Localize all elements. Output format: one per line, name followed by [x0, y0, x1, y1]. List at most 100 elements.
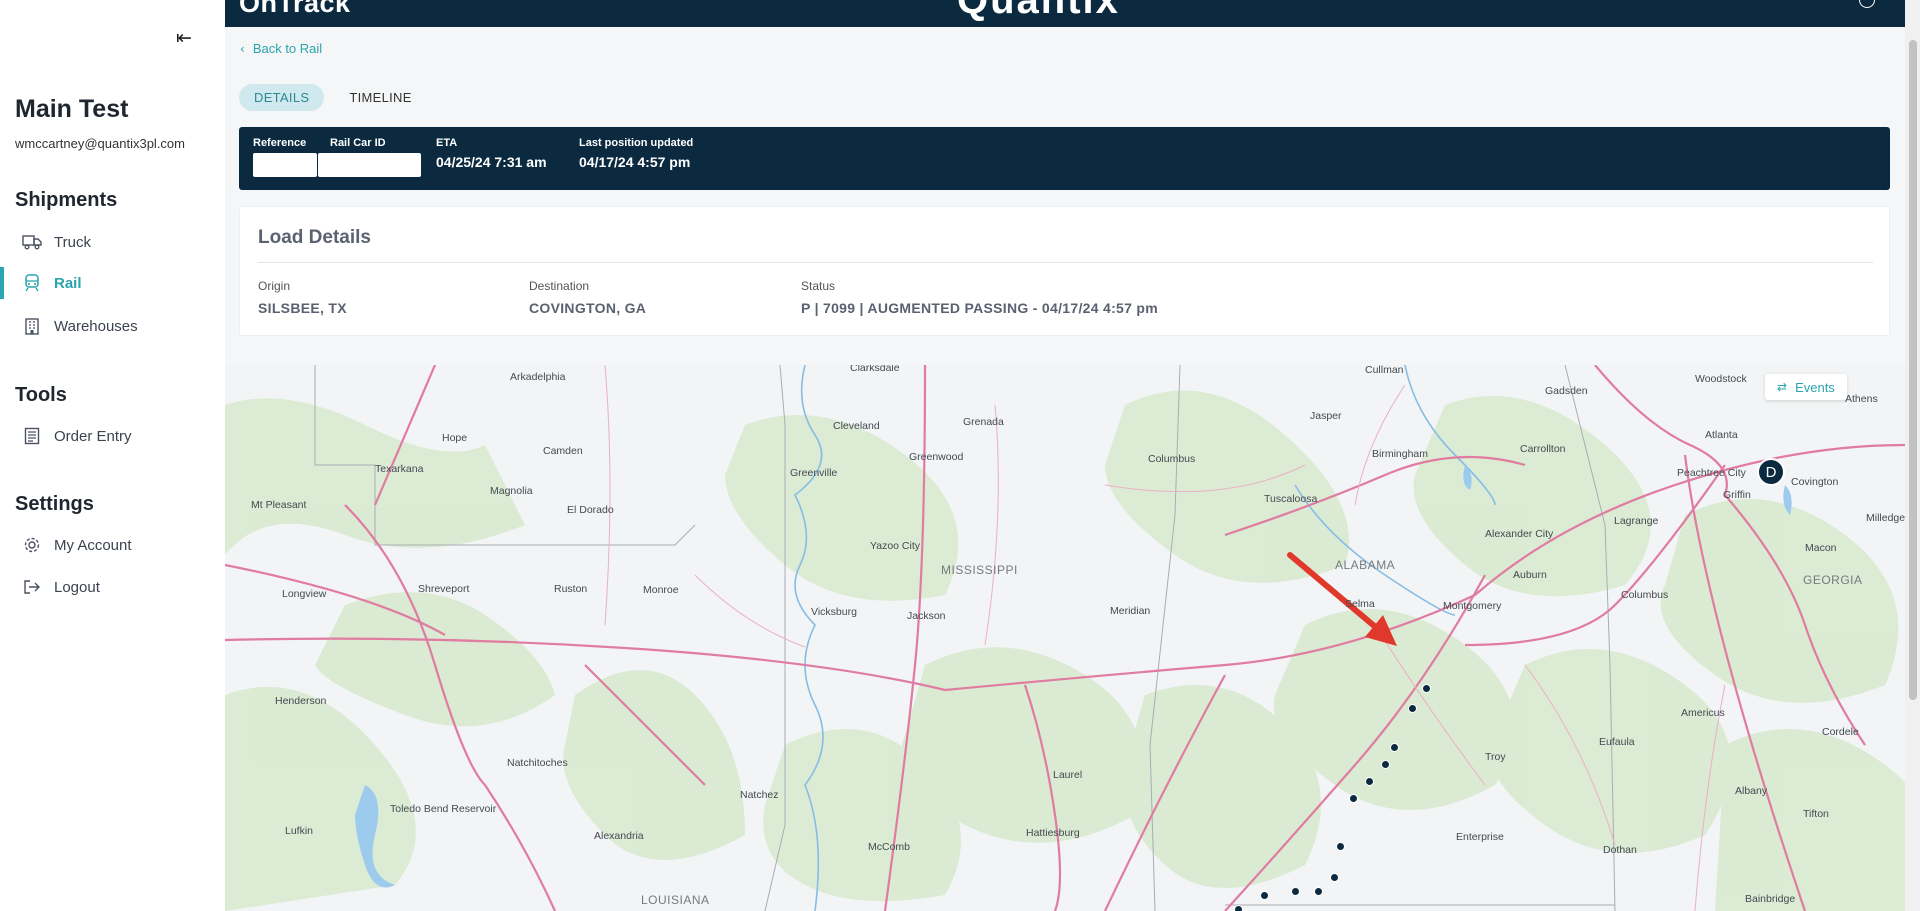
- city-label: Magnolia: [490, 485, 533, 497]
- train-icon: [22, 273, 42, 293]
- city-label: Henderson: [275, 695, 327, 707]
- sidebar-item-rail[interactable]: Rail: [0, 265, 224, 301]
- city-label: Albany: [1735, 785, 1768, 797]
- city-label: Montgomery: [1443, 600, 1502, 612]
- ontrack-logo[interactable]: OnTrack: [239, 0, 351, 19]
- sidebar-item-label: Warehouses: [54, 317, 138, 335]
- reference-input[interactable]: [253, 153, 317, 177]
- city-label: El Dorado: [567, 504, 614, 516]
- city-label: Natchez: [740, 789, 779, 801]
- tab-timeline[interactable]: TIMELINE: [334, 84, 426, 111]
- city-label: Laurel: [1053, 769, 1083, 781]
- shipment-info-bar: Reference Rail Car ID ETA 04/25/24 7:31 …: [239, 127, 1890, 190]
- collapse-left-icon[interactable]: ⇤: [173, 27, 195, 49]
- route-position-marker[interactable]: [1365, 777, 1374, 786]
- building-icon: [22, 316, 42, 336]
- route-position-marker[interactable]: [1260, 891, 1269, 900]
- city-label: Jackson: [907, 610, 946, 622]
- list-icon: [22, 426, 42, 446]
- rail-car-field: Rail Car ID: [318, 137, 421, 177]
- last-position-value: 04/17/24 4:57 pm: [579, 154, 691, 170]
- city-label: Tuscaloosa: [1264, 493, 1318, 505]
- city-label: Troy: [1485, 751, 1506, 763]
- route-position-marker[interactable]: [1408, 704, 1417, 713]
- route-map[interactable]: MISSISSIPPI ALABAMA GEORGIA LOUISIANA Cl…: [225, 365, 1905, 911]
- tab-details[interactable]: DETAILS: [239, 84, 325, 111]
- city-label: Birmingham: [1372, 448, 1429, 460]
- city-label: Hope: [442, 432, 468, 444]
- city-label: Columbus: [1148, 453, 1196, 465]
- route-position-marker[interactable]: [1349, 794, 1358, 803]
- rail-car-label: Rail Car ID: [330, 137, 386, 149]
- logout-icon: [22, 577, 42, 597]
- eta-value: 04/25/24 7:31 am: [436, 154, 547, 170]
- route-position-marker[interactable]: [1330, 873, 1339, 882]
- rail-car-input[interactable]: [318, 153, 421, 177]
- sidebar-item-label: Order Entry: [54, 427, 132, 445]
- help-icon[interactable]: [1859, 0, 1875, 8]
- tabs: DETAILS TIMELINE: [239, 84, 437, 111]
- city-label: Lufkin: [285, 825, 314, 837]
- city-label: Carrollton: [1520, 443, 1566, 455]
- city-label: Columbus: [1621, 589, 1669, 601]
- route-position-marker[interactable]: [1422, 684, 1431, 693]
- reference-label: Reference: [253, 137, 307, 149]
- route-position-marker[interactable]: [1314, 887, 1323, 896]
- city-label: Dothan: [1603, 844, 1637, 856]
- sidebar-item-my-account[interactable]: My Account: [0, 527, 224, 563]
- sidebar-item-label: Logout: [54, 578, 100, 596]
- city-label: Cordele: [1822, 726, 1859, 738]
- sidebar-item-order-entry[interactable]: Order Entry: [0, 418, 224, 454]
- status-value: P | 7099 | AUGMENTED PASSING - 04/17/24 …: [801, 300, 1159, 316]
- status-label: Status: [801, 279, 836, 293]
- events-button[interactable]: ⇄ Events: [1765, 374, 1847, 400]
- sidebar-item-label: My Account: [54, 536, 132, 554]
- city-label: Clarksdale: [850, 365, 900, 374]
- sidebar-item-truck[interactable]: Truck: [0, 224, 224, 260]
- city-label: Camden: [543, 445, 583, 457]
- sidebar-item-logout[interactable]: Logout: [0, 569, 224, 605]
- state-label: ALABAMA: [1335, 558, 1396, 572]
- state-label: LOUISIANA: [641, 893, 710, 907]
- city-label: Eufaula: [1599, 736, 1635, 748]
- route-position-marker[interactable]: [1336, 842, 1345, 851]
- city-label: Gadsden: [1545, 385, 1588, 397]
- back-to-rail-link[interactable]: ‹ Back to Rail: [240, 41, 322, 56]
- city-label: Mt Pleasant: [251, 499, 307, 511]
- state-label: MISSISSIPPI: [941, 563, 1018, 577]
- route-position-marker[interactable]: [1291, 887, 1300, 896]
- quantix-logo: Quantix: [957, 0, 1120, 22]
- origin-field: Origin SILSBEE, TX: [258, 279, 347, 316]
- route-position-marker[interactable]: [1390, 743, 1399, 752]
- user-name: Main Test: [15, 95, 129, 123]
- city-label: Jasper: [1310, 410, 1342, 422]
- scrollbar-thumb[interactable]: [1909, 40, 1917, 700]
- destination-label: Destination: [529, 279, 590, 293]
- section-tools: Tools: [15, 384, 67, 406]
- city-label: Woodstock: [1695, 373, 1747, 385]
- city-label: Cleveland: [833, 420, 880, 432]
- city-label: Alexander City: [1485, 528, 1554, 540]
- user-email: wmccartney@quantix3pl.com: [15, 136, 185, 151]
- city-label: Longview: [282, 588, 327, 600]
- page-scrollbar[interactable]: [1905, 0, 1920, 911]
- city-label: Meridian: [1110, 605, 1151, 617]
- city-label: Alexandria: [594, 830, 644, 842]
- destination-field: Destination COVINGTON, GA: [529, 279, 646, 316]
- city-label: Tifton: [1803, 808, 1829, 820]
- city-label: Bainbridge: [1745, 893, 1796, 905]
- sidebar-item-label: Rail: [54, 274, 82, 292]
- city-label: Ruston: [554, 583, 588, 595]
- city-label: Greenwood: [909, 451, 964, 463]
- city-label: Yazoo City: [870, 540, 920, 552]
- load-details-title: Load Details: [258, 227, 371, 248]
- events-label: Events: [1795, 379, 1835, 395]
- city-label: Covington: [1791, 476, 1839, 488]
- destination-marker[interactable]: D: [1757, 458, 1785, 486]
- route-position-marker[interactable]: [1381, 760, 1390, 769]
- route-position-marker[interactable]: [1234, 905, 1243, 911]
- city-label: Atlanta: [1705, 429, 1738, 441]
- sidebar-item-warehouses[interactable]: Warehouses: [0, 308, 224, 344]
- origin-label: Origin: [258, 279, 291, 293]
- top-header: OnTrack Quantix: [225, 0, 1905, 27]
